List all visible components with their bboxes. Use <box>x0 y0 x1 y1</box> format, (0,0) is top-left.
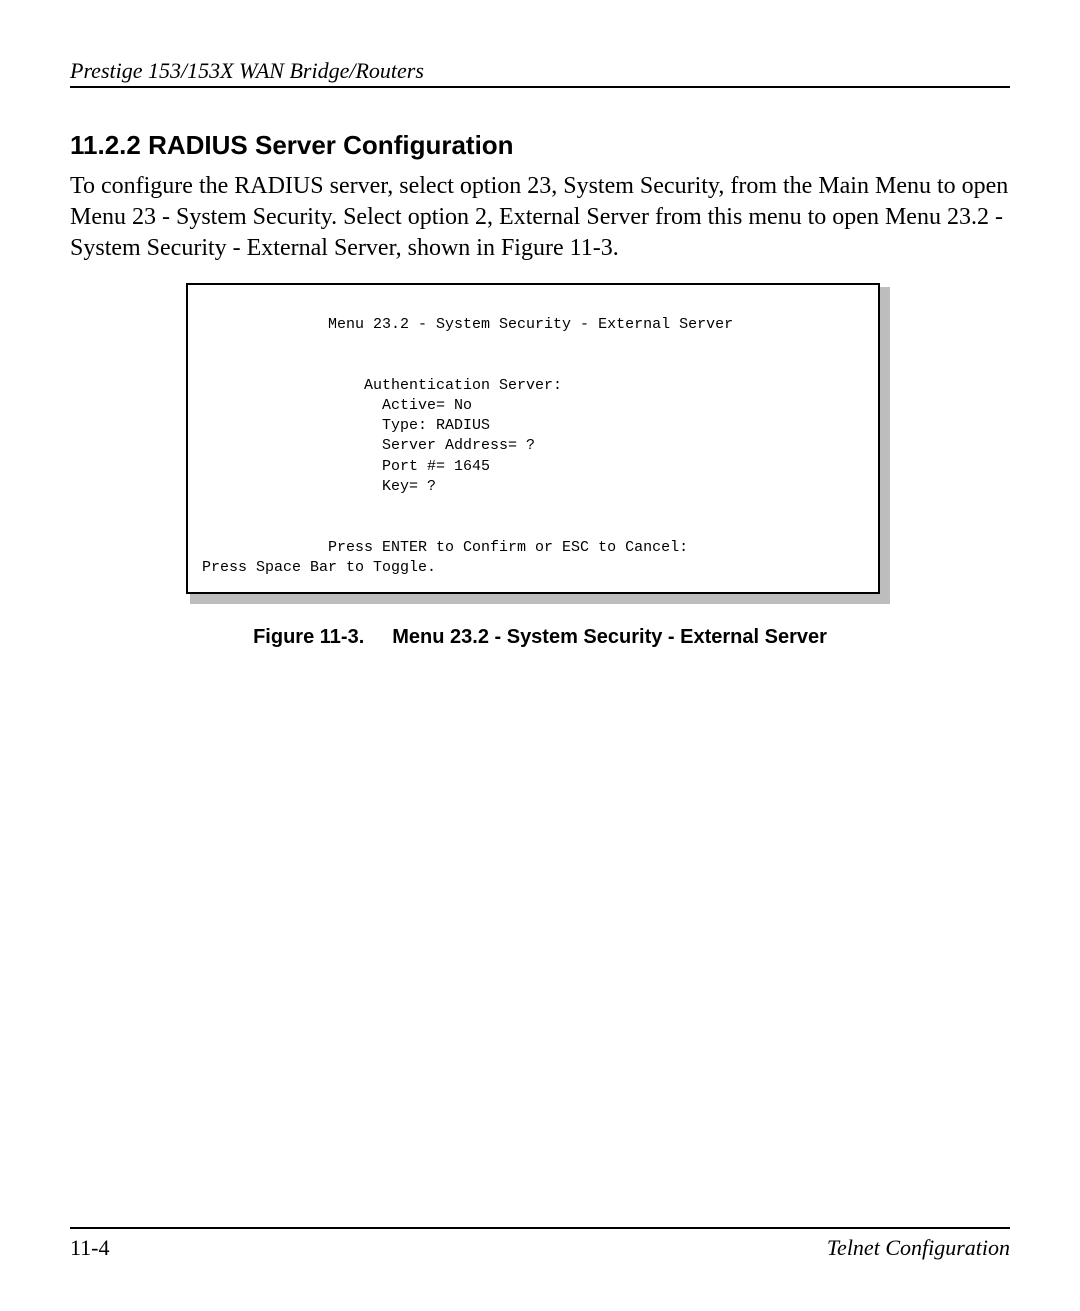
figure-caption-text: Menu 23.2 - System Security - External S… <box>392 626 827 648</box>
page-header: Prestige 153/153X WAN Bridge/Routers <box>70 58 1010 88</box>
footer-page-number: 11-4 <box>70 1235 110 1261</box>
menu-title-line: Menu 23.2 - System Security - External S… <box>202 316 733 333</box>
menu-auth-header: Authentication Server: <box>202 377 562 394</box>
figure-number: Figure 11-3. <box>253 626 364 649</box>
menu-key-line: Key= ? <box>202 478 436 495</box>
figure-container: Menu 23.2 - System Security - External S… <box>190 287 890 650</box>
figure-caption: Figure 11-3. Menu 23.2 - System Security … <box>190 626 890 649</box>
menu-port-line: Port #= 1645 <box>202 458 490 475</box>
menu-active-line: Active= No <box>202 397 472 414</box>
section-paragraph: To configure the RADIUS server, select o… <box>70 171 1010 265</box>
page-footer: 11-4 Telnet Configuration <box>70 1227 1010 1261</box>
footer-chapter-title: Telnet Configuration <box>827 1235 1010 1261</box>
menu-toggle-line: Press Space Bar to Toggle. <box>202 559 436 576</box>
menu-address-line: Server Address= ? <box>202 437 535 454</box>
menu-box-shadow: Menu 23.2 - System Security - External S… <box>190 287 890 605</box>
menu-confirm-line: Press ENTER to Confirm or ESC to Cancel: <box>202 539 688 556</box>
footer-rule <box>70 1227 1010 1229</box>
menu-box: Menu 23.2 - System Security - External S… <box>186 283 880 595</box>
document-page: Prestige 153/153X WAN Bridge/Routers 11.… <box>0 0 1080 1311</box>
menu-type-line: Type: RADIUS <box>202 417 490 434</box>
running-header-text: Prestige 153/153X WAN Bridge/Routers <box>70 58 424 83</box>
section-heading: 11.2.2 RADIUS Server Configuration <box>70 130 1010 161</box>
footer-row: 11-4 Telnet Configuration <box>70 1235 1010 1261</box>
